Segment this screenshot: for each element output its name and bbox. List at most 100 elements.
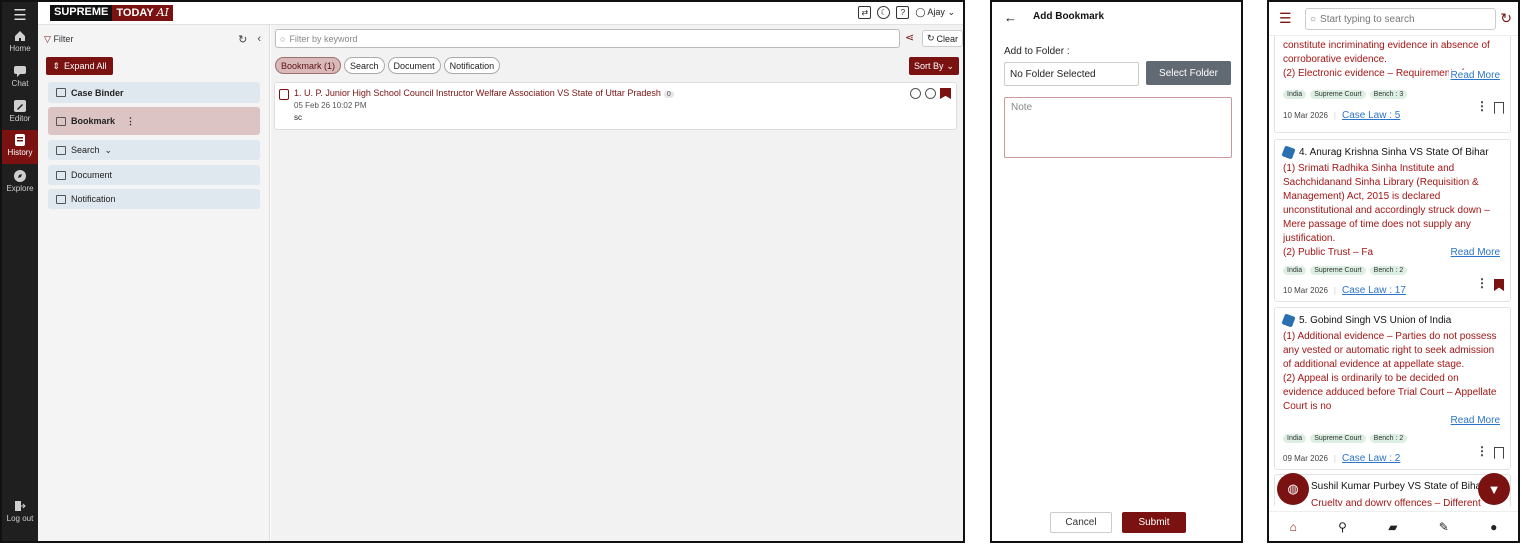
bookmark-outline-icon[interactable] [1494, 447, 1504, 459]
sidebar-item-label: Case Binder [71, 87, 124, 98]
more-options-icon[interactable]: ⋮ [1476, 444, 1488, 458]
tag-country: India [1283, 90, 1307, 99]
theme-toggle-icon[interactable]: ☾ [877, 6, 891, 19]
folder-icon [56, 116, 66, 126]
more-options-icon[interactable]: ⋮ [126, 116, 135, 127]
mobile-search-input[interactable]: ○ Start typing to search [1305, 8, 1496, 30]
sidebar-item-document[interactable]: Document [48, 165, 260, 185]
sidebar-item-notification[interactable]: Notification [48, 189, 260, 209]
logout-icon [15, 501, 26, 511]
copy-icon[interactable] [910, 88, 921, 99]
brand-logo: SUPREME TODAY AI [50, 5, 173, 21]
case-title-row: 4. Anurag Krishna Sinha VS State Of Biha… [1281, 145, 1489, 160]
read-more-link[interactable]: Read More [1448, 70, 1500, 81]
language-fab[interactable]: ◍ [1277, 473, 1309, 505]
filter-fab[interactable]: ▼ [1478, 473, 1510, 505]
bookmark-filled-icon[interactable] [1494, 279, 1504, 291]
chip-search[interactable]: Search [344, 57, 385, 74]
bookmark-outline-icon[interactable] [1494, 102, 1504, 114]
collapse-sidebar-icon[interactable]: ‹ [257, 33, 261, 46]
nav-chat[interactable]: Chat [2, 61, 38, 95]
case-title-row: Sushil Kumar Purbey VS State of Biha [1311, 481, 1481, 492]
case-law-link[interactable]: Case Law : 17 [1342, 285, 1406, 296]
more-options-icon[interactable]: ⋮ [1476, 276, 1488, 290]
clear-button[interactable]: ↻ Clear [922, 30, 963, 47]
profile-icon[interactable]: ● [1490, 520, 1497, 534]
folder-select-field[interactable]: No Folder Selected [1004, 62, 1139, 86]
sidebar-item-case-binder[interactable]: Case Binder [48, 82, 260, 103]
user-menu[interactable]: ◯ Ajay ⌄ [915, 7, 955, 18]
case-law-link[interactable]: Case Law : 5 [1342, 110, 1400, 121]
select-folder-button[interactable]: Select Folder [1146, 61, 1231, 85]
filter-toggle[interactable]: ▽ Filter [44, 34, 73, 45]
hamburger-menu-icon[interactable]: ☰ [1279, 10, 1292, 27]
case-law-link[interactable]: Case Law : 2 [1342, 453, 1400, 464]
nav-explore[interactable]: Explore [2, 166, 38, 200]
add-to-folder-label: Add to Folder : [1004, 46, 1070, 57]
edit-icon[interactable]: ✎ [1439, 520, 1449, 534]
keyword-filter-placeholder: Filter by keyword [289, 33, 358, 44]
filter-row: ▽ Filter ↻ ‹ [44, 31, 261, 47]
translate-icon[interactable]: ⇄ [858, 6, 872, 19]
case-card[interactable]: Sushil Kumar Purbey VS State of Biha Cru… [1274, 474, 1511, 506]
filter-icon: ▼ [1487, 481, 1501, 497]
case-title[interactable]: 4. Anurag Krishna Sinha VS State Of Biha… [1299, 147, 1489, 158]
logout-button[interactable]: Log out [2, 500, 38, 523]
chat-icon[interactable]: ▰ [1388, 520, 1397, 534]
sidebar-item-bookmark[interactable]: Bookmark ⋮ [48, 107, 260, 135]
home-icon[interactable]: ⌂ [1290, 520, 1297, 534]
sidebar-item-search[interactable]: Search ⌄ [48, 140, 260, 160]
filter-label: Filter [53, 33, 74, 44]
editor-icon [14, 100, 26, 112]
folder-icon [56, 194, 66, 204]
chip-bookmark[interactable]: Bookmark (1) [275, 57, 342, 74]
cancel-button[interactable]: Cancel [1050, 512, 1112, 533]
sort-by-button[interactable]: Sort By ⌄ [908, 57, 959, 75]
note-textarea[interactable]: Note [1004, 97, 1232, 158]
case-title[interactable]: Sushil Kumar Purbey VS State of Biha [1311, 481, 1481, 492]
web-history-panel: ☰ Home Chat Editor History Explore Log o… [0, 0, 965, 543]
submit-button[interactable]: Submit [1122, 512, 1186, 533]
result-title[interactable]: 1. U. P. Junior High School Council Inst… [294, 88, 674, 98]
case-card[interactable]: 5. Gobind Singh VS Union of India (1) Ad… [1274, 307, 1511, 470]
case-summary: (1) Additional evidence – Parties do not… [1283, 331, 1497, 412]
mobile-results-panel: ☰ ○ Start typing to search ↻ constitute … [1267, 0, 1520, 543]
refresh-icon[interactable]: ↻ [1500, 10, 1512, 27]
help-icon[interactable]: ? [896, 6, 910, 19]
nav-home[interactable]: Home [2, 26, 38, 60]
chip-notification[interactable]: Notification [443, 57, 501, 74]
refresh-icon[interactable]: ↻ [238, 33, 247, 46]
left-nav-rail: ☰ Home Chat Editor History Explore Log o… [2, 2, 38, 541]
more-options-icon[interactable]: ⋮ [1476, 99, 1488, 113]
mobile-search-placeholder: Start typing to search [1320, 13, 1415, 25]
result-court: sc [294, 113, 302, 122]
read-more-link[interactable]: Read More [1448, 247, 1500, 258]
back-arrow-icon[interactable]: ← [1004, 10, 1017, 25]
result-actions [910, 88, 951, 99]
case-date: 10 Mar 2026 [1283, 111, 1328, 120]
share-icon[interactable]: ⋖ [905, 32, 917, 44]
case-card[interactable]: constitute incriminating evidence in abs… [1274, 36, 1511, 133]
case-list: constitute incriminating evidence in abs… [1274, 36, 1511, 506]
result-count-badge: 0 [663, 91, 674, 98]
nav-history[interactable]: History [2, 130, 38, 164]
expand-all-button[interactable]: ⇕ Expand All [46, 57, 113, 75]
brand-part-supreme: SUPREME [50, 5, 113, 21]
edit-icon[interactable] [925, 88, 936, 99]
bookmark-filled-icon[interactable] [940, 88, 951, 99]
keyword-filter-input[interactable]: ○ Filter by keyword [275, 29, 900, 48]
case-title[interactable]: 5. Gobind Singh VS Union of India [1299, 315, 1451, 326]
nav-editor[interactable]: Editor [2, 96, 38, 130]
search-icon[interactable]: ⚲ [1338, 520, 1347, 534]
brand-today-text: TODAY [116, 7, 154, 19]
chip-document[interactable]: Document [387, 57, 441, 74]
bookmark-result-card[interactable]: 1. U. P. Junior High School Council Inst… [274, 82, 957, 130]
expand-all-label: Expand All [64, 61, 107, 71]
case-summary: Cruelty and dowry offences – Different [1311, 498, 1481, 506]
hamburger-menu-icon[interactable]: ☰ [2, 6, 38, 24]
read-more-link[interactable]: Read More [1448, 415, 1500, 426]
case-meta: 10 Mar 2026 | Case Law : 5 [1283, 110, 1400, 121]
chat-icon [14, 66, 26, 77]
tag-bench: Bench : 2 [1369, 266, 1408, 275]
case-card[interactable]: 4. Anurag Krishna Sinha VS State Of Biha… [1274, 139, 1511, 302]
